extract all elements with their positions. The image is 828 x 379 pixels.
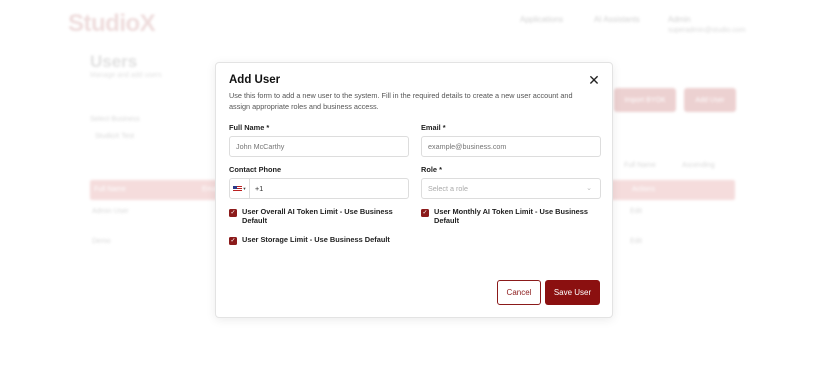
- page-subtitle: Manage and add users: [90, 72, 162, 79]
- sort-label[interactable]: Full Name: [624, 162, 656, 169]
- add-user-button[interactable]: Add User: [684, 88, 736, 112]
- sort-order[interactable]: Ascending: [682, 162, 715, 169]
- monthly-token-limit-label: User Monthly AI Token Limit - Use Busine…: [434, 207, 588, 225]
- dialog-title: Add User: [229, 74, 281, 86]
- role-label: Role *: [421, 165, 442, 174]
- filter-value[interactable]: StudioX Test: [95, 133, 134, 140]
- table-cell: Admin User: [92, 208, 129, 215]
- page-title: Users: [90, 52, 138, 71]
- monthly-token-limit-checkbox[interactable]: ✓: [421, 209, 429, 217]
- nav-ai-assistants[interactable]: AI Assistants: [594, 15, 640, 24]
- table-action[interactable]: Edit: [630, 238, 642, 245]
- role-select[interactable]: Select a role ⌄: [421, 178, 601, 199]
- caret-down-icon: ▼: [242, 186, 247, 191]
- us-flag-icon: [232, 185, 242, 192]
- table-header-actions: Actions: [632, 186, 655, 193]
- email-label: Email *: [421, 123, 446, 132]
- nav-admin[interactable]: Admin: [668, 15, 691, 24]
- phone-label: Contact Phone: [229, 165, 282, 174]
- import-button[interactable]: Import BYOK: [614, 88, 676, 112]
- storage-limit-option[interactable]: ✓ User Storage Limit - Use Business Defa…: [229, 235, 429, 245]
- chevron-down-icon: ⌄: [586, 185, 592, 192]
- phone-input[interactable]: ▼ +1: [229, 178, 409, 199]
- dialog-description: Use this form to add a new user to the s…: [229, 91, 573, 111]
- storage-limit-label: User Storage Limit - Use Business Defaul…: [242, 235, 390, 244]
- monthly-token-limit-option[interactable]: ✓ User Monthly AI Token Limit - Use Busi…: [421, 207, 601, 225]
- table-cell: Demo: [92, 238, 111, 245]
- filter-label: Select Business: [90, 116, 140, 123]
- add-user-dialog: Add User ✕ Use this form to add a new us…: [215, 62, 613, 318]
- email-input[interactable]: [421, 136, 601, 157]
- table-header-name: Full Name: [94, 186, 126, 193]
- save-user-button[interactable]: Save User: [545, 280, 600, 305]
- nav-user-email: superadmin@studio.com: [668, 27, 746, 34]
- cancel-button[interactable]: Cancel: [497, 280, 541, 305]
- ai-token-limit-checkbox[interactable]: ✓: [229, 209, 237, 217]
- full-name-input[interactable]: [229, 136, 409, 157]
- phone-country-code: +1: [255, 184, 264, 193]
- ai-token-limit-label: User Overall AI Token Limit - Use Busine…: [242, 207, 393, 225]
- country-selector[interactable]: ▼: [230, 179, 250, 198]
- storage-limit-checkbox[interactable]: ✓: [229, 237, 237, 245]
- role-placeholder: Select a role: [428, 184, 468, 193]
- app-logo: StudioX: [68, 10, 156, 37]
- ai-token-limit-option[interactable]: ✓ User Overall AI Token Limit - Use Busi…: [229, 207, 409, 225]
- nav-applications[interactable]: Applications: [520, 15, 563, 24]
- close-icon[interactable]: ✕: [586, 72, 602, 88]
- table-action[interactable]: Edit: [630, 208, 642, 215]
- full-name-label: Full Name *: [229, 123, 270, 132]
